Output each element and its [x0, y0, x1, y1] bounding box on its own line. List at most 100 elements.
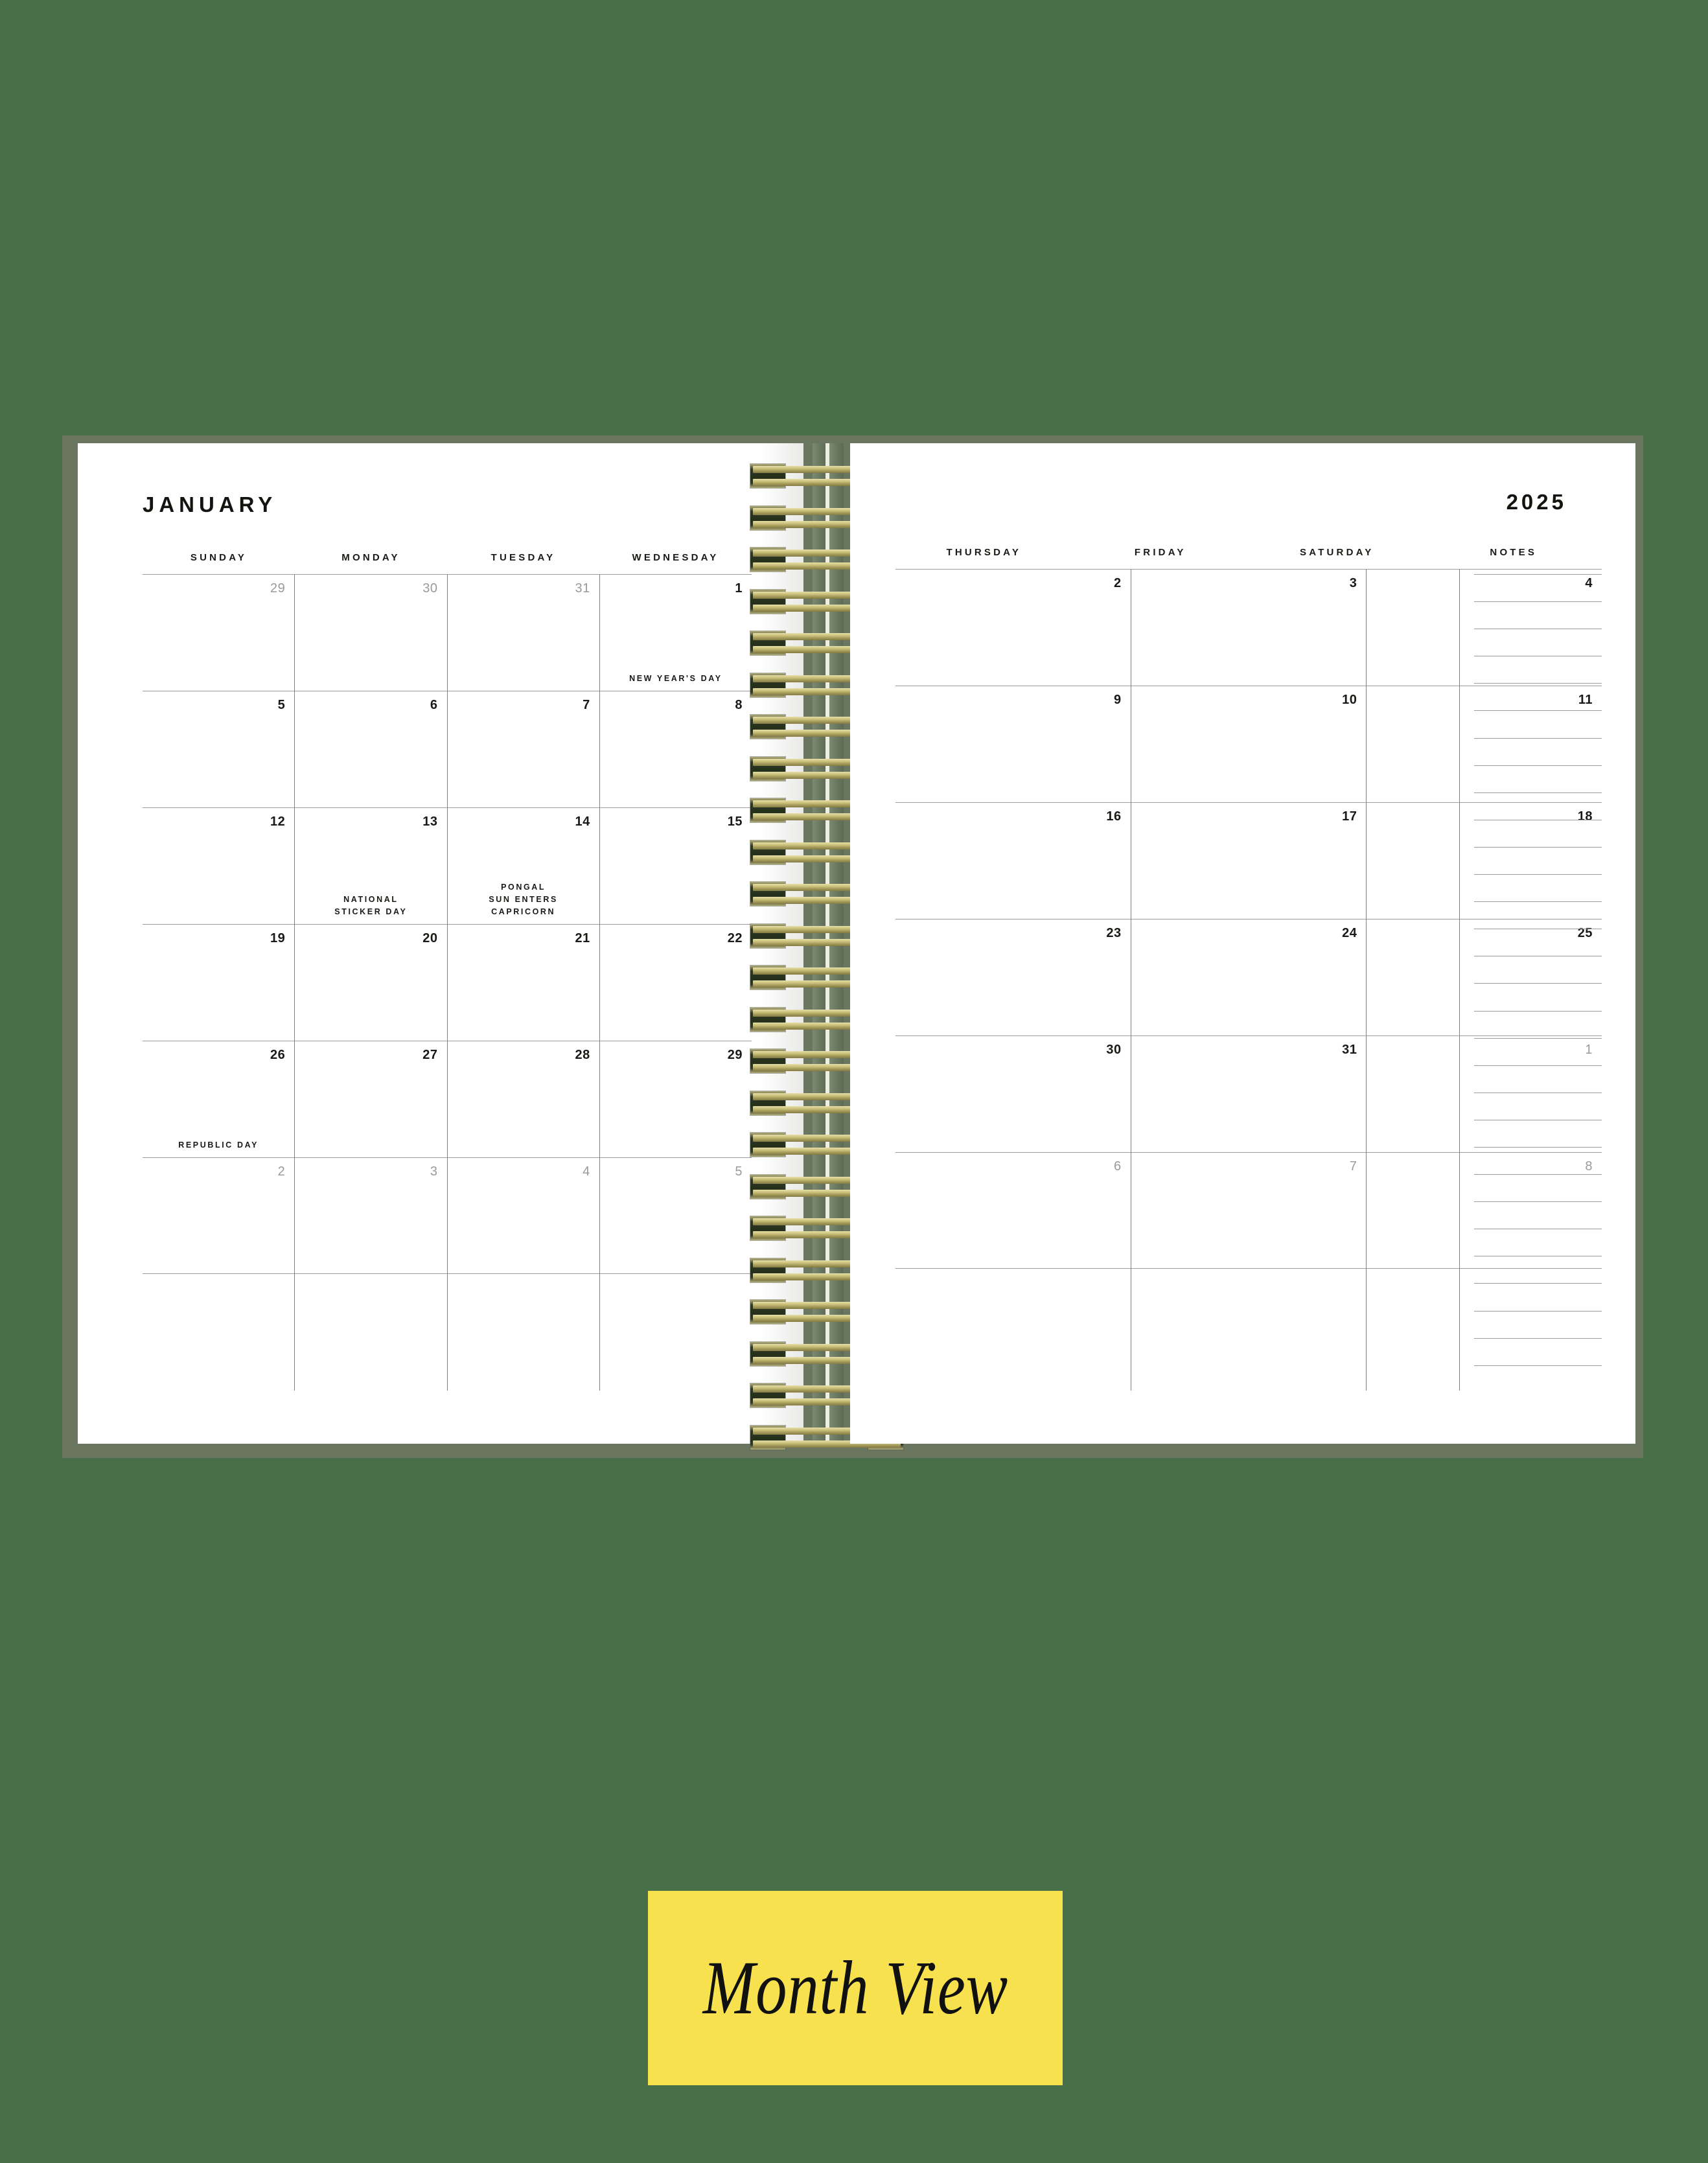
- day-column-thursday: 2 9 16 23 30 6: [895, 569, 1131, 1391]
- day-number: 30: [1106, 1043, 1122, 1057]
- day-cell[interactable]: 6: [895, 1152, 1131, 1269]
- day-cell[interactable]: 13 NATIONAL STICKER DAY: [295, 807, 447, 924]
- notes-line[interactable]: [1474, 956, 1602, 983]
- notes-line[interactable]: [1474, 656, 1602, 683]
- notes-line[interactable]: [1474, 1256, 1602, 1283]
- day-cell[interactable]: 24: [1131, 919, 1367, 1035]
- day-cell[interactable]: 31: [1131, 1035, 1367, 1152]
- day-cell[interactable]: 7: [447, 691, 599, 807]
- day-cell[interactable]: 22: [599, 924, 752, 1041]
- day-cell[interactable]: 6: [295, 691, 447, 807]
- day-number: 9: [1114, 693, 1122, 707]
- event-label: PONGAL: [501, 883, 546, 892]
- day-column-tuesday: 31 7 14 PONGAL SUN ENTERS CAPRICORN 21 28 4: [446, 574, 599, 1391]
- day-number: 10: [1342, 693, 1357, 707]
- day-header-wednesday: WEDNESDAY: [632, 552, 719, 563]
- day-cell[interactable]: 20: [295, 924, 447, 1041]
- event-label: NATIONAL: [343, 895, 398, 904]
- notes-line[interactable]: [1474, 574, 1602, 601]
- day-number: 3: [1349, 576, 1357, 590]
- day-cell[interactable]: 2: [143, 1157, 295, 1274]
- left-calendar-grid: 29 5 12 19 26 REPUBLIC DAY 2 30 6 13 NATIONAL STICK…: [143, 574, 752, 1391]
- notes-column[interactable]: [1459, 569, 1602, 1391]
- notes-line[interactable]: [1474, 1037, 1602, 1065]
- day-cell[interactable]: 19: [143, 924, 295, 1041]
- notes-line[interactable]: [1474, 1310, 1602, 1338]
- event-label: REPUBLIC DAY: [178, 1140, 259, 1150]
- notes-line[interactable]: [1474, 683, 1602, 710]
- day-cell[interactable]: 9: [895, 686, 1131, 802]
- notes-line[interactable]: [1474, 874, 1602, 901]
- notes-line[interactable]: [1474, 710, 1602, 737]
- day-cell[interactable]: 3: [295, 1157, 447, 1274]
- day-cell[interactable]: 7: [1131, 1152, 1367, 1269]
- day-cell[interactable]: 23: [895, 919, 1131, 1035]
- day-events: NEW YEAR'S DAY: [606, 673, 745, 685]
- notes-line[interactable]: [1474, 765, 1602, 792]
- day-cell[interactable]: 28: [447, 1041, 599, 1157]
- notes-line[interactable]: [1474, 737, 1602, 765]
- day-column-friday: 3 10 17 24 31 7: [1130, 569, 1367, 1391]
- day-number: 6: [430, 698, 438, 712]
- notes-line[interactable]: [1474, 846, 1602, 874]
- notes-line[interactable]: [1474, 1229, 1602, 1256]
- day-cell[interactable]: 4: [447, 1157, 599, 1274]
- day-cell[interactable]: 17: [1131, 802, 1367, 919]
- notes-line[interactable]: [1474, 901, 1602, 929]
- notes-line[interactable]: [1474, 1174, 1602, 1201]
- month-view-caption: Month View: [648, 1891, 1063, 2085]
- day-cell[interactable]: 30: [295, 574, 447, 691]
- day-header-monday: MONDAY: [341, 552, 400, 563]
- day-header-thursday: THURSDAY: [946, 547, 1022, 558]
- day-number: 24: [1342, 926, 1357, 940]
- day-number: 12: [270, 815, 286, 829]
- day-cell[interactable]: 5: [143, 691, 295, 807]
- notes-line[interactable]: [1474, 629, 1602, 656]
- day-cell[interactable]: 30: [895, 1035, 1131, 1152]
- notes-ruled-lines[interactable]: [1474, 574, 1602, 1393]
- notes-line[interactable]: [1474, 1146, 1602, 1174]
- notes-line[interactable]: [1474, 1092, 1602, 1120]
- caption-label: Month View: [702, 1945, 1008, 2030]
- day-cell[interactable]: 27: [295, 1041, 447, 1157]
- day-number: 23: [1106, 926, 1122, 940]
- day-cell[interactable]: 12: [143, 807, 295, 924]
- notes-line[interactable]: [1474, 601, 1602, 629]
- day-cell[interactable]: 1 NEW YEAR'S DAY: [599, 574, 752, 691]
- notes-line[interactable]: [1474, 929, 1602, 956]
- day-number: 2: [1114, 576, 1122, 590]
- day-cell[interactable]: 5: [599, 1157, 752, 1274]
- day-number: 16: [1106, 809, 1122, 824]
- day-number: 1: [735, 581, 743, 596]
- notes-line[interactable]: [1474, 819, 1602, 847]
- notes-line[interactable]: [1474, 983, 1602, 1010]
- day-cell[interactable]: 2: [895, 569, 1131, 686]
- notes-line[interactable]: [1474, 1337, 1602, 1365]
- page-title-month: JANUARY: [143, 492, 277, 516]
- day-cell[interactable]: 31: [447, 574, 599, 691]
- day-cell[interactable]: 21: [447, 924, 599, 1041]
- day-events: PONGAL SUN ENTERS CAPRICORN: [454, 881, 593, 918]
- day-header-saturday: SATURDAY: [1300, 547, 1374, 558]
- day-cell[interactable]: 10: [1131, 686, 1367, 802]
- notes-line[interactable]: [1474, 1283, 1602, 1310]
- day-cell[interactable]: 26 REPUBLIC DAY: [143, 1041, 295, 1157]
- day-header-tuesday: TUESDAY: [490, 552, 556, 563]
- day-number: 2: [277, 1164, 286, 1179]
- day-cell[interactable]: 15: [599, 807, 752, 924]
- notes-line[interactable]: [1474, 1010, 1602, 1038]
- notes-line[interactable]: [1474, 1065, 1602, 1093]
- day-cell[interactable]: 8: [599, 691, 752, 807]
- notes-line[interactable]: [1474, 1201, 1602, 1229]
- day-number: 6: [1114, 1159, 1122, 1174]
- day-cell[interactable]: 29: [599, 1041, 752, 1157]
- page-title-year: 2025: [1506, 490, 1567, 514]
- notes-line[interactable]: [1474, 1119, 1602, 1147]
- day-cell[interactable]: 29: [143, 574, 295, 691]
- day-cell[interactable]: 16: [895, 802, 1131, 919]
- planner-spread-scene: JANUARY SUNDAY MONDAY TUESDAY WEDNESDAY 29 5…: [0, 0, 1708, 2163]
- notes-line[interactable]: [1474, 792, 1602, 820]
- day-cell[interactable]: 3: [1131, 569, 1367, 686]
- day-cell[interactable]: 14 PONGAL SUN ENTERS CAPRICORN: [447, 807, 599, 924]
- notes-line[interactable]: [1474, 1365, 1602, 1393]
